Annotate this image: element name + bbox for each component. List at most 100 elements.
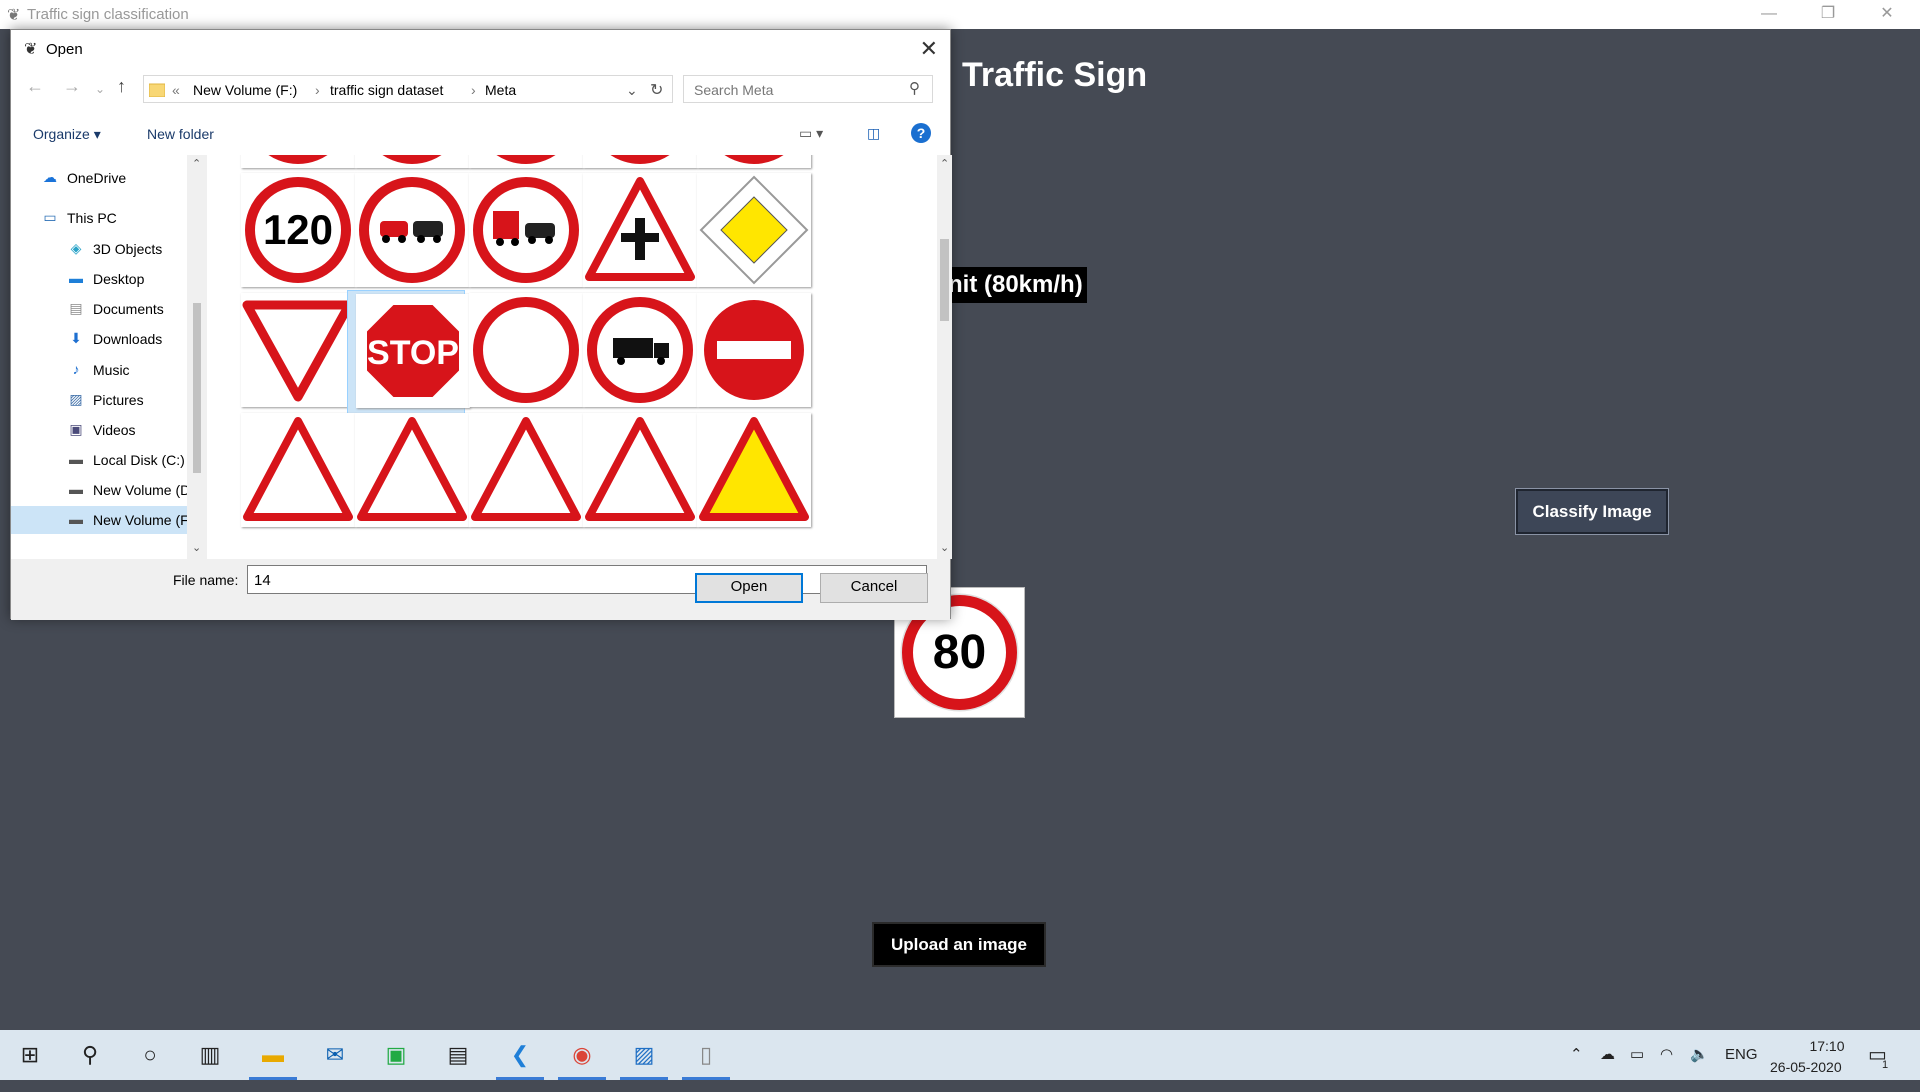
chevron-right-icon: › [471, 82, 476, 98]
vscode-icon[interactable]: ❮ [492, 1030, 548, 1080]
sidebar-item-label: Downloads [93, 331, 163, 347]
file-thumbnail [583, 413, 697, 527]
sidebar-item[interactable]: ▭ This PC [11, 204, 189, 232]
drive-icon: ▬ [69, 511, 83, 527]
cloud-icon: ☁ [43, 169, 57, 185]
view-options-icon[interactable]: ▭ ▾ [799, 125, 823, 142]
file-item[interactable]: STOP14 [347, 290, 470, 430]
sidebar-item[interactable]: ▬ Desktop [11, 265, 189, 293]
feather-icon: ❦ [7, 7, 21, 24]
new-folder-button[interactable]: New folder [147, 126, 214, 142]
battery-icon[interactable]: ▭ [1630, 1030, 1644, 1080]
volume-icon[interactable]: 🔈 [1690, 1030, 1709, 1080]
photos-icon[interactable]: ▨ [616, 1030, 672, 1080]
sign-no-entry-icon [704, 300, 804, 400]
sidebar-item[interactable]: ▨ Pictures [11, 386, 189, 414]
file-item[interactable]: 15 [461, 290, 583, 430]
sidebar-item[interactable]: ♪ Music [11, 356, 189, 384]
sidebar-item[interactable]: ◈ 3D Objects [11, 235, 189, 263]
file-item[interactable]: 1208 [233, 170, 355, 310]
search-icon: ⚲ [909, 80, 920, 97]
cancel-button[interactable]: Cancel [820, 573, 928, 603]
file-explorer-icon[interactable]: ▬ [245, 1030, 301, 1080]
help-icon[interactable]: ? [911, 123, 931, 143]
file-item[interactable]: 10 [461, 170, 583, 310]
window-title: Traffic sign classification [27, 6, 189, 23]
clion-icon[interactable]: ▣ [368, 1030, 424, 1080]
sidebar-item[interactable]: ▬ New Volume (D: [11, 476, 189, 504]
sign-crossroad-icon [585, 177, 695, 281]
sidebar-item-label: New Volume (F:) [93, 512, 189, 528]
file-thumbnail [469, 413, 583, 527]
search-icon[interactable]: ⚲ [62, 1030, 118, 1080]
file-item[interactable]: 13 [233, 290, 355, 430]
open-button[interactable]: Open [695, 573, 803, 603]
sidebar-item-label: Videos [93, 422, 136, 438]
sidebar-item[interactable]: ▬ New Volume (F:) [11, 506, 189, 534]
path-overflow[interactable]: « [172, 82, 180, 98]
navigation-pane: ☁ OneDrive ▭ This PC ◈ 3D Objects ▬ Desktop ▤ Doc… [11, 155, 207, 559]
file-item[interactable] [347, 410, 469, 550]
videos-icon: ▣ [69, 421, 83, 437]
chevron-down-icon[interactable]: ⌄ [626, 82, 638, 99]
refresh-icon[interactable]: ↻ [650, 80, 663, 100]
sign-speed-icon: 120 [245, 177, 351, 283]
task-view-icon[interactable]: ▥ [182, 1030, 238, 1080]
sidebar-item[interactable]: ⬇ Downloads [11, 325, 189, 353]
file-thumbnail [355, 413, 469, 527]
file-thumbnail [355, 155, 469, 168]
file-grid-scrollbar[interactable]: ⌃ ⌄ [937, 155, 952, 559]
file-item[interactable] [233, 410, 355, 550]
back-arrow-icon[interactable]: ← [26, 76, 44, 97]
notification-count: 1 [1882, 1059, 1889, 1071]
close-button[interactable]: ✕ [1867, 2, 1907, 26]
file-item[interactable]: 9 [347, 170, 469, 310]
breadcrumb-meta[interactable]: Meta [485, 82, 516, 98]
file-thumbnail [241, 155, 355, 168]
file-item[interactable] [575, 410, 697, 550]
chrome-icon[interactable]: ◉ [554, 1030, 610, 1080]
sign-partial-icon [268, 155, 328, 164]
preview-pane-icon[interactable]: ◫ [867, 125, 880, 142]
sidebar-item[interactable]: ☁ OneDrive [11, 164, 189, 192]
chevron-up-icon[interactable]: ⌃ [1570, 1030, 1583, 1080]
file-item[interactable] [461, 410, 583, 550]
file-thumbnail [697, 293, 811, 407]
file-item[interactable]: 11 [575, 170, 697, 310]
store-icon[interactable]: ▤ [430, 1030, 486, 1080]
onedrive-icon[interactable]: ☁ [1600, 1030, 1615, 1080]
organize-label: Organize [33, 126, 90, 142]
search-input[interactable]: Search Meta [683, 75, 933, 103]
sidebar-item[interactable]: ▤ Documents [11, 295, 189, 323]
language-indicator[interactable]: ENG [1725, 1030, 1758, 1080]
file-item[interactable]: 17 [689, 290, 811, 430]
wifi-icon[interactable]: ◠ [1660, 1030, 1673, 1080]
notepad-icon[interactable]: ▯ [678, 1030, 734, 1080]
classify-button[interactable]: Classify Image [1515, 488, 1669, 535]
organize-button[interactable]: Organize ▾ [33, 126, 101, 143]
upload-button[interactable]: Upload an image [872, 922, 1046, 967]
mail-icon[interactable]: ✉ [307, 1030, 363, 1080]
sidebar-item[interactable]: ▣ Videos [11, 416, 189, 444]
sidebar-scrollbar[interactable]: ⌃ ⌄ [187, 155, 207, 559]
file-item[interactable] [689, 410, 811, 550]
dialog-close-button[interactable]: ✕ [920, 36, 938, 62]
up-arrow-icon[interactable]: ↑ [117, 76, 126, 97]
clock-date[interactable]: 26-05-2020 [1770, 1042, 1842, 1092]
breadcrumb-dataset[interactable]: traffic sign dataset [330, 82, 443, 98]
minimize-button[interactable]: — [1749, 2, 1789, 26]
restore-button[interactable]: ❐ [1808, 2, 1848, 26]
file-item[interactable]: 12 [689, 170, 811, 310]
dialog-title: Open [46, 41, 83, 58]
cortana-icon[interactable]: ○ [122, 1030, 178, 1080]
start-icon[interactable]: ⊞ [2, 1030, 58, 1080]
taskbar: ⊞ ⚲ ○ ▥ ▬ ✉ ▣ ▤ ❮ ◉ ▨ ▯ ⌃ ☁ ▭ ◠ 🔈 ENG 17… [0, 1030, 1920, 1080]
file-item[interactable]: 16 [575, 290, 697, 430]
sidebar-item[interactable]: ▬ Local Disk (C:) [11, 446, 189, 474]
pictures-icon: ▨ [69, 391, 83, 407]
address-bar[interactable]: « New Volume (F:) › traffic sign dataset… [143, 75, 673, 103]
recent-dropdown-icon[interactable]: ⌄ [95, 82, 105, 96]
sidebar-item-label: Local Disk (C:) [93, 452, 185, 468]
breadcrumb-drive[interactable]: New Volume (F:) [193, 82, 297, 98]
forward-arrow-icon[interactable]: → [63, 76, 81, 97]
